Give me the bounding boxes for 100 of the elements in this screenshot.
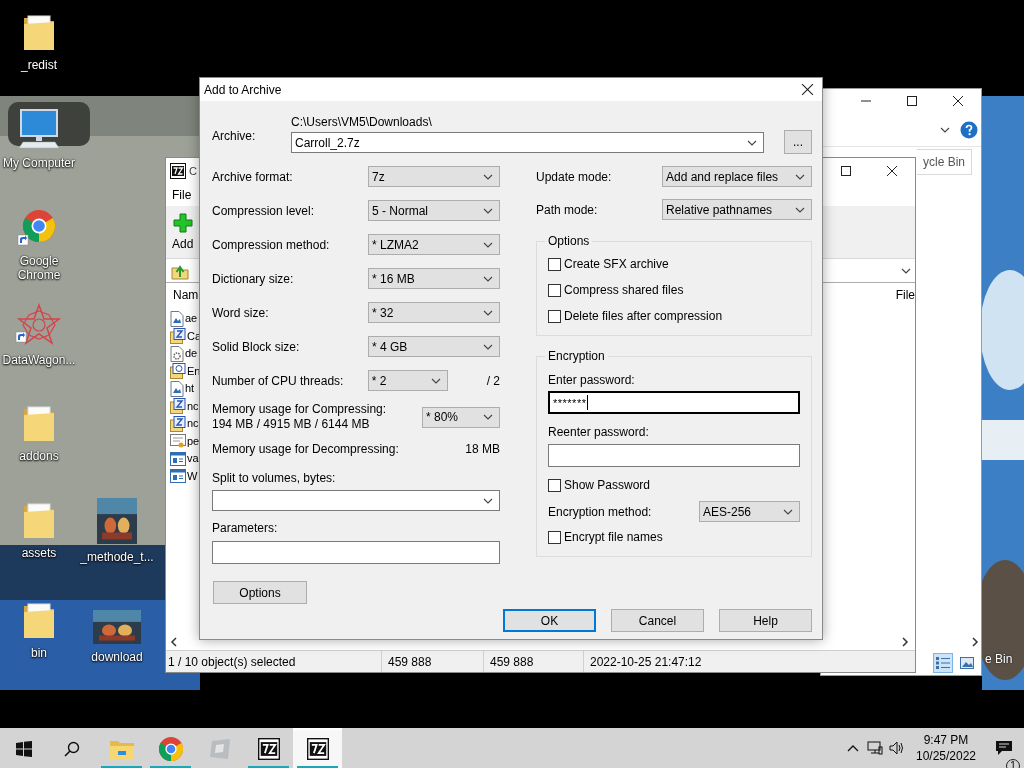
column-header[interactable]: Nam (173, 288, 199, 302)
checkbox[interactable] (548, 478, 561, 492)
maximize-icon (907, 96, 917, 106)
close-icon (886, 165, 898, 177)
status-text: 1 / 10 object(s) selected (167, 653, 297, 671)
notification-icon[interactable] (995, 740, 1013, 756)
file-name[interactable]: nc (187, 417, 199, 431)
field-label: Archive format: (212, 169, 293, 184)
file-name[interactable]: va (187, 452, 199, 466)
search-field[interactable]: ycle Bin (917, 149, 972, 175)
close-icon (800, 83, 814, 96)
dropdown[interactable]: AES-256 (699, 501, 800, 522)
certificate-file-icon (170, 433, 186, 450)
checkbox[interactable] (548, 309, 561, 323)
dialog-title: Add to Archive (204, 82, 283, 97)
archive-file-icon (170, 398, 186, 415)
dropdown[interactable]: Add and replace files (662, 166, 812, 187)
dropdown[interactable]: * 4 GB (368, 336, 500, 357)
archiver-icon (170, 163, 186, 179)
dropdown[interactable]: 7z (368, 166, 500, 187)
list-icon (936, 657, 950, 669)
file-name[interactable]: nc (187, 399, 199, 413)
group-title: Encryption (547, 349, 606, 363)
checkbox-label[interactable]: Delete files after compression (564, 309, 723, 323)
folder-path: C:\Users\VM5\Downloads\ (291, 115, 433, 129)
file-name[interactable]: de (185, 347, 198, 361)
gear-file-icon (170, 345, 184, 362)
scroll-left-icon[interactable] (170, 637, 178, 647)
archive-file-icon (170, 328, 186, 345)
thread-count: / 2 (486, 373, 500, 388)
file-name[interactable]: pe (187, 434, 200, 448)
clock-time[interactable]: 9:47 PM (923, 732, 969, 748)
browse-button[interactable]: ... (784, 130, 812, 154)
field-label: Reenter password: (548, 425, 649, 439)
desktop-icon-label[interactable]: download (91, 650, 143, 664)
checkbox[interactable] (548, 257, 561, 271)
dropdown[interactable]: * LZMA2 (368, 234, 500, 255)
address-dropdown-icon[interactable] (901, 267, 911, 274)
chevron-down-icon (483, 173, 493, 180)
clock-date[interactable]: 10/25/2022 (915, 748, 977, 764)
desktop-icon-label[interactable]: bin (31, 646, 47, 660)
add-toolbar-button[interactable]: Add (172, 213, 194, 251)
options-button[interactable]: Options (213, 581, 307, 604)
file-name[interactable]: W (187, 469, 198, 483)
chevron-down-icon (483, 497, 493, 504)
dropdown[interactable]: * 16 MB (368, 268, 500, 289)
field-label: Update mode: (536, 169, 612, 184)
dropdown[interactable]: * 32 (368, 302, 500, 323)
chevron-down-icon (483, 309, 493, 316)
column-header[interactable]: File (895, 288, 915, 302)
field-label: Memory usage for Decompressing: (212, 441, 399, 456)
chevron-down-icon (483, 414, 493, 420)
archive-name-combo[interactable]: Carroll_2.7z (291, 132, 764, 153)
image-file-icon (170, 380, 184, 397)
windows-logo-icon (16, 741, 32, 757)
split-volumes-combo[interactable] (212, 490, 500, 511)
status-text: 459 888 (381, 651, 483, 672)
help-icon[interactable] (960, 120, 978, 139)
parameters-field[interactable] (212, 541, 500, 564)
field-label: Number of CPU threads: (212, 373, 344, 388)
expand-ribbon-icon (940, 126, 950, 133)
checkbox[interactable] (548, 283, 561, 297)
dropdown[interactable]: * 2 (367, 370, 448, 391)
menu-item[interactable]: File (171, 186, 193, 204)
password-field[interactable]: ******* (548, 391, 800, 414)
chevron-down-icon (783, 508, 793, 515)
desktop-icon-label[interactable]: _redist (21, 58, 57, 72)
checkbox-label[interactable]: Compress shared files (564, 283, 684, 297)
folder-icon (108, 738, 135, 760)
field-label: Path mode: (536, 202, 598, 217)
chevron-down-icon (747, 139, 757, 146)
dropdown[interactable]: * 80% (422, 406, 500, 428)
desktop-icon-label[interactable]: assets (21, 546, 57, 560)
archive-file-icon (170, 415, 186, 432)
password-field[interactable] (548, 444, 800, 467)
checkbox-label[interactable]: Encrypt file names (564, 530, 663, 544)
scroll-right-icon[interactable] (971, 637, 979, 647)
scroll-right-icon[interactable] (901, 637, 909, 647)
dialog-button[interactable]: OK (503, 609, 596, 632)
dialog-button[interactable]: Cancel (611, 609, 704, 632)
checkbox[interactable] (548, 530, 561, 544)
app-icon (207, 737, 232, 761)
details-view-button[interactable] (933, 653, 953, 673)
image-file-icon (170, 310, 184, 327)
dropdown[interactable]: 5 - Normal (368, 200, 500, 221)
archiver-icon (257, 738, 280, 760)
desktop-icon-label[interactable]: _methode_t... (80, 550, 154, 564)
checkbox-label[interactable]: Show Password (564, 478, 651, 492)
field-label: Dictionary size: (212, 271, 294, 286)
chevron-down-icon (483, 275, 493, 282)
file-name[interactable]: ae (185, 312, 198, 326)
network-icon (867, 741, 883, 755)
field-label: Memory usage for Compressing: (212, 402, 387, 416)
desktop-icon-label[interactable]: e Bin (985, 652, 1013, 666)
checkbox-label[interactable]: Create SFX archive (564, 257, 669, 271)
file-name[interactable]: ht (185, 382, 195, 396)
dropdown[interactable]: Relative pathnames (662, 199, 812, 220)
dialog-button[interactable]: Help (719, 609, 812, 632)
window-file-icon (170, 451, 186, 466)
minimize-icon (861, 100, 871, 102)
